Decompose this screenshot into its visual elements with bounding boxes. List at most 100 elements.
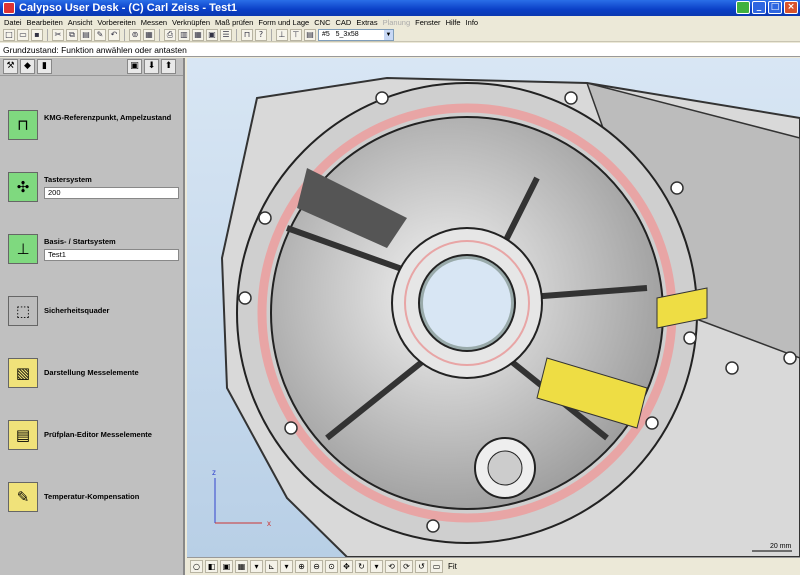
cut-icon[interactable]: ✂ [52, 28, 64, 41]
menu-item-cnc[interactable]: CNC [314, 18, 330, 27]
stylus-system-field[interactable]: 200 [44, 187, 179, 199]
zoom-in-icon[interactable]: ⊕ [295, 560, 308, 573]
paste-icon[interactable]: ▤ [80, 28, 92, 41]
minimize-button[interactable]: _ [752, 1, 766, 14]
temperature-icon[interactable]: ✎ [8, 482, 38, 512]
status-message: Grundzustand: Funktion anwählen oder ant… [0, 43, 800, 57]
rotate-x-icon[interactable]: ⟲ [385, 560, 398, 573]
menu-item-messen[interactable]: Messen [141, 18, 167, 27]
menu-item-cad[interactable]: CAD [335, 18, 351, 27]
main-toolbar: □ ▭ ▪ ✂ ⧉ ▤ ✎ ↶ ⊚ ▦ ⎙ ▥ ▦ ▣ ☰ ⊓ ? ⊥ ⊤ ▤ … [0, 28, 800, 42]
rotate-icon[interactable]: ↻ [355, 560, 368, 573]
axis-triad [214, 478, 262, 524]
menu-item-verkn-pfen[interactable]: Verknüpfen [172, 18, 210, 27]
print-icon[interactable]: ⎙ [164, 28, 176, 41]
cmm-reference-icon[interactable]: ⊓ [8, 110, 38, 140]
axis-z-label: z [212, 468, 216, 477]
report-icon[interactable]: ▥ [178, 28, 190, 41]
fit-icon[interactable]: ▭ [430, 560, 443, 573]
item-label: Darstellung Messelemente [44, 368, 139, 377]
tools-icon[interactable]: ⚒ [3, 59, 18, 74]
display-features-icon[interactable]: ▧ [8, 358, 38, 388]
menu-item-info[interactable]: Info [466, 18, 479, 27]
new-file-icon[interactable]: □ [3, 28, 15, 41]
probe-change-icon[interactable]: ⊤ [290, 28, 302, 41]
window-icon[interactable]: ▣ [206, 28, 218, 41]
toolbar-separator [124, 28, 125, 41]
toolbar-separator [159, 28, 160, 41]
color-icon[interactable]: ◧ [205, 560, 218, 573]
arrow-down-icon[interactable]: ⬇ [144, 59, 159, 74]
base-system-field[interactable]: Test1 [44, 249, 179, 261]
safety-box-icon[interactable]: ⬚ [8, 296, 38, 326]
binoculars-icon[interactable]: ⊚ [129, 28, 141, 41]
axes-icon[interactable]: ⊾ [265, 560, 278, 573]
plan-editor-icon[interactable]: ▤ [8, 420, 38, 450]
close-button[interactable]: × [784, 1, 798, 14]
list-icon[interactable]: ☰ [220, 28, 232, 41]
menu-bar: Datei Bearbeiten Ansicht Vorbereiten Messen V… [0, 16, 800, 28]
shade-icon[interactable]: ▦ [235, 560, 248, 573]
menu-item-extras[interactable]: Extras [356, 18, 377, 27]
zoom-out-icon[interactable]: ⊖ [310, 560, 323, 573]
probe-select[interactable]: #5 5_3x58 ▼ [318, 28, 394, 41]
probe-icon[interactable]: ⊥ [276, 28, 288, 41]
menu-item-planung[interactable]: Planung [383, 18, 411, 27]
panel-window-icon[interactable]: ▣ [127, 59, 142, 74]
maximize-button[interactable]: □ [768, 1, 782, 14]
item-label: Sicherheitsquader [44, 306, 110, 315]
window-titlebar: Calypso User Desk - (C) Carl Zeiss - Tes… [0, 0, 800, 16]
chart-icon[interactable]: ▮ [37, 59, 52, 74]
menu-item-ma-pr-fen[interactable]: Maß prüfen [215, 18, 253, 27]
cad-model: x z 20 mm [212, 76, 800, 557]
view-toolbar: ○ ◧ ▣ ▦ ▾ ⊾ ▾ ⊕ ⊖ ⊙ ✥ ↻ ▾ ⟲ ⟳ ↺ ▭ Fit [187, 557, 800, 575]
window-title: Calypso User Desk - (C) Carl Zeiss - Tes… [19, 2, 238, 14]
toolbar-separator [271, 28, 272, 41]
menu-item-fenster[interactable]: Fenster [415, 18, 440, 27]
menu-item-vorbereiten[interactable]: Vorbereiten [97, 18, 135, 27]
rotate-z-icon[interactable]: ↺ [415, 560, 428, 573]
table-icon[interactable]: ▦ [192, 28, 204, 41]
restore-icon[interactable] [736, 1, 750, 14]
copy-icon[interactable]: ⧉ [66, 28, 78, 41]
center-hole-through [423, 259, 511, 347]
item-label: Basis- / Startsystem [44, 237, 116, 246]
cube-icon[interactable]: ◆ [20, 59, 35, 74]
rotate-y-icon[interactable]: ⟳ [400, 560, 413, 573]
edit-icon[interactable]: ✎ [94, 28, 106, 41]
open-folder-icon[interactable]: ▭ [17, 28, 29, 41]
item-label: Temperatur-Kompensation [44, 492, 140, 501]
fit-label[interactable]: Fit [448, 562, 457, 571]
menu-item-datei[interactable]: Datei [4, 18, 22, 27]
axis-x-label: x [267, 519, 271, 528]
chevron-down-icon[interactable]: ▾ [280, 560, 293, 573]
scale-label: 20 mm [770, 543, 792, 550]
cad-viewport[interactable]: x z 20 mm [187, 58, 800, 557]
box-icon[interactable]: ▣ [220, 560, 233, 573]
pan-icon[interactable]: ✥ [340, 560, 353, 573]
probe-list-icon[interactable]: ▤ [304, 28, 316, 41]
arrow-up-icon[interactable]: ⬆ [161, 59, 176, 74]
app-icon [3, 2, 15, 14]
left-panel: ⚒ ◆ ▮ ▣ ⬇ ⬆ ⊓ KMG-Referenzpunkt, Ampelzu… [0, 58, 185, 575]
properties-icon[interactable]: ▦ [143, 28, 155, 41]
lower-hole [487, 450, 523, 486]
chevron-down-icon[interactable]: ▾ [370, 560, 383, 573]
help-icon[interactable]: ? [255, 28, 267, 41]
stylus-system-icon[interactable]: ✣ [8, 172, 38, 202]
chevron-down-icon: ▼ [384, 29, 393, 40]
left-panel-toolbar: ⚒ ◆ ▮ ▣ ⬇ ⬆ [0, 58, 183, 76]
menu-item-ansicht[interactable]: Ansicht [68, 18, 93, 27]
chevron-down-icon[interactable]: ▾ [250, 560, 263, 573]
menu-item-hilfe[interactable]: Hilfe [446, 18, 461, 27]
toolbar-separator [236, 28, 237, 41]
base-alignment-icon[interactable]: ⊥ [8, 234, 38, 264]
undo-icon[interactable]: ↶ [108, 28, 120, 41]
toolbar-separator [47, 28, 48, 41]
menu-item-bearbeiten[interactable]: Bearbeiten [27, 18, 63, 27]
circle-icon[interactable]: ○ [190, 560, 203, 573]
save-icon[interactable]: ▪ [31, 28, 43, 41]
menu-item-form-und-lage[interactable]: Form und Lage [258, 18, 309, 27]
machine-icon[interactable]: ⊓ [241, 28, 253, 41]
zoom-window-icon[interactable]: ⊙ [325, 560, 338, 573]
